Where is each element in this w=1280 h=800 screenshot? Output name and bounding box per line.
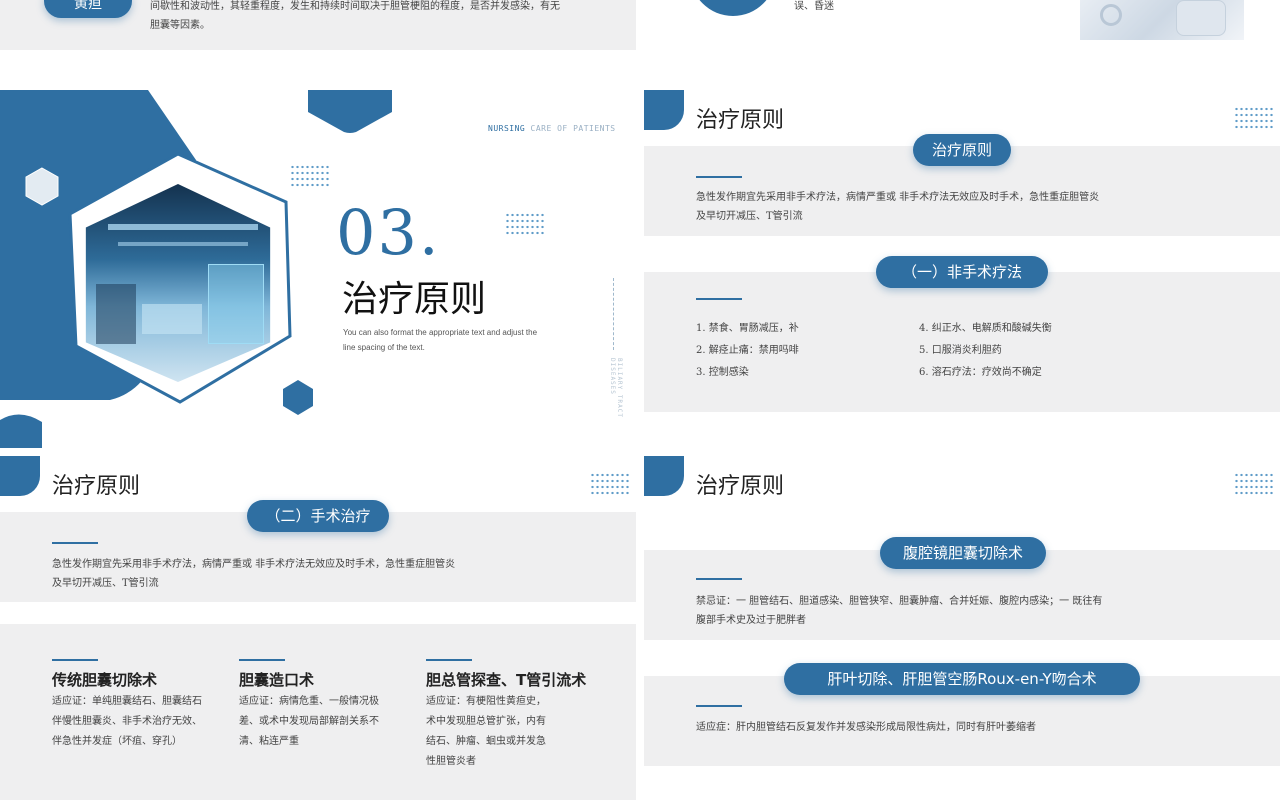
title-dots	[1234, 472, 1274, 496]
corner-tab	[0, 456, 40, 496]
list-item: 4. 纠正水、电解质和酸碱失衡	[919, 323, 1052, 334]
slide-laparoscopic: 治疗原则 腹腔镜胆囊切除术 禁忌证：一 胆管结石、胆道感染、胆管狭窄、胆囊肿瘤、…	[644, 456, 1280, 800]
cover-dots-1	[290, 164, 330, 188]
cover-vertical-divider	[613, 278, 614, 350]
col-text: 差、或术中发现局部解剖关系不	[239, 716, 379, 727]
accent-line-2	[696, 705, 742, 707]
slide-nonsurgical: 治疗原则 治疗原则 急性发作期宜先采用非手术疗法，病情严重或 非手术疗法无效应及…	[644, 90, 1280, 448]
cover-subtitle-line1: You can also format the appropriate text…	[343, 328, 538, 337]
cover-tag: NURSING CARE OF PATIENTS	[488, 124, 616, 133]
laparoscopic-text-line1: 禁忌证：一 胆管结石、胆道感染、胆管狭窄、胆囊肿瘤、合并妊娠、腹腔内感染；一 既…	[696, 596, 1103, 607]
slide-top-right: 误、昏迷	[644, 0, 1280, 50]
col-text: 伴慢性胆囊炎、非手术治疗无效、	[52, 716, 202, 727]
slide-title: 治疗原则	[696, 108, 785, 133]
cover-dots-2	[505, 212, 545, 236]
hepatectomy-text: 适应症：肝内胆管结石反复发作并发感染形成局限性病灶，同时有肝叶萎缩者	[696, 722, 1036, 733]
col-text: 性胆管炎者	[426, 756, 476, 767]
title-dots	[1234, 106, 1274, 130]
pill-laparoscopic: 腹腔镜胆囊切除术	[880, 537, 1046, 569]
slide-title: 治疗原则	[52, 474, 141, 499]
accent-line	[52, 542, 98, 544]
list-item: 1. 禁食、胃肠减压，补	[696, 323, 799, 334]
list-item: 5. 口服消炎利胆药	[919, 345, 1002, 356]
cover-vertical-text: BILIARY TRACT DISEASES	[609, 358, 623, 418]
col-text: 结石、肿瘤、蛔虫或并发急	[426, 736, 546, 747]
jaundice-badge: 黄疸	[44, 0, 132, 18]
cover-subtitle-line2: line spacing of the text.	[343, 343, 425, 352]
pill-nonsurgical: （一）非手术疗法	[876, 256, 1048, 288]
col-title-cbd-exploration: 胆总管探查、T管引流术	[426, 671, 587, 689]
top-right-text: 误、昏迷	[794, 1, 834, 12]
col-text: 术中发现胆总管扩张，内有	[426, 716, 546, 727]
jaundice-text-line2: 胆囊等因素。	[150, 20, 210, 31]
cover-number: 03.	[336, 196, 441, 269]
col-title-cholecystostomy: 胆囊造口术	[239, 671, 315, 689]
col-accent-line	[239, 659, 285, 661]
accent-line-2	[696, 298, 742, 300]
col-text: 适应证：病情危重、一般情况极	[239, 696, 379, 707]
slide-top-left: 黄疸 间歇性和波动性，其轻重程度，发生和持续时间取决于胆管梗阻的程度，是否并发感…	[0, 0, 636, 50]
corner-tab	[644, 456, 684, 496]
col-text: 适应证：单纯胆囊结石、胆囊结石	[52, 696, 202, 707]
laparoscopic-text-line2: 腹部手术史及过于肥胖者	[696, 615, 806, 626]
surgical-text-line2: 及早切开减压、T管引流	[52, 578, 159, 589]
slide-title: 治疗原则	[696, 474, 785, 499]
cover-tag-highlight: NURSING	[488, 124, 526, 133]
cover-title: 治疗原则	[342, 279, 487, 320]
jaundice-text-line1: 间歇性和波动性，其轻重程度，发生和持续时间取决于胆管梗阻的程度，是否并发感染，有…	[150, 1, 560, 12]
col-accent-line	[52, 659, 98, 661]
corner-tab	[644, 90, 684, 130]
accent-line	[696, 578, 742, 580]
principle-text-line2: 及早切开减压、T管引流	[696, 211, 803, 222]
title-dots	[590, 472, 630, 496]
list-item: 2. 解痉止痛：禁用吗啡	[696, 345, 799, 356]
slide-surgical: 治疗原则 （二）手术治疗 急性发作期宜先采用非手术疗法，病情严重或 非手术疗法无…	[0, 456, 636, 800]
col-accent-line	[426, 659, 472, 661]
list-item: 6. 溶石疗法：疗效尚不确定	[919, 367, 1042, 378]
pill-surgical: （二）手术治疗	[247, 500, 389, 532]
pill-hepatectomy: 肝叶切除、肝胆管空肠Roux-en-Y吻合术	[784, 663, 1140, 695]
principle-text-line1: 急性发作期宜先采用非手术疗法，病情严重或 非手术疗法无效应及时手术，急性重症胆管…	[696, 192, 1100, 203]
circle-decoration	[690, 0, 776, 16]
col-text: 适应证：有梗阻性黄疸史，	[426, 696, 546, 707]
col-title-cholecystectomy: 传统胆囊切除术	[52, 671, 158, 689]
col-text: 伴急性并发症（坏疽、穿孔）	[52, 736, 182, 747]
slide-cover: NURSING CARE OF PATIENTS 03. 治疗原则 You ca…	[0, 90, 636, 448]
medical-equipment-image	[1080, 0, 1244, 40]
pill-principle: 治疗原则	[913, 134, 1011, 166]
surgical-text-line1: 急性发作期宜先采用非手术疗法，病情严重或 非手术疗法无效应及时手术，急性重症胆管…	[52, 559, 456, 570]
accent-line	[696, 176, 742, 178]
list-item: 3. 控制感染	[696, 367, 749, 378]
cover-tag-rest: CARE OF PATIENTS	[525, 124, 616, 133]
col-text: 清、粘连严重	[239, 736, 299, 747]
